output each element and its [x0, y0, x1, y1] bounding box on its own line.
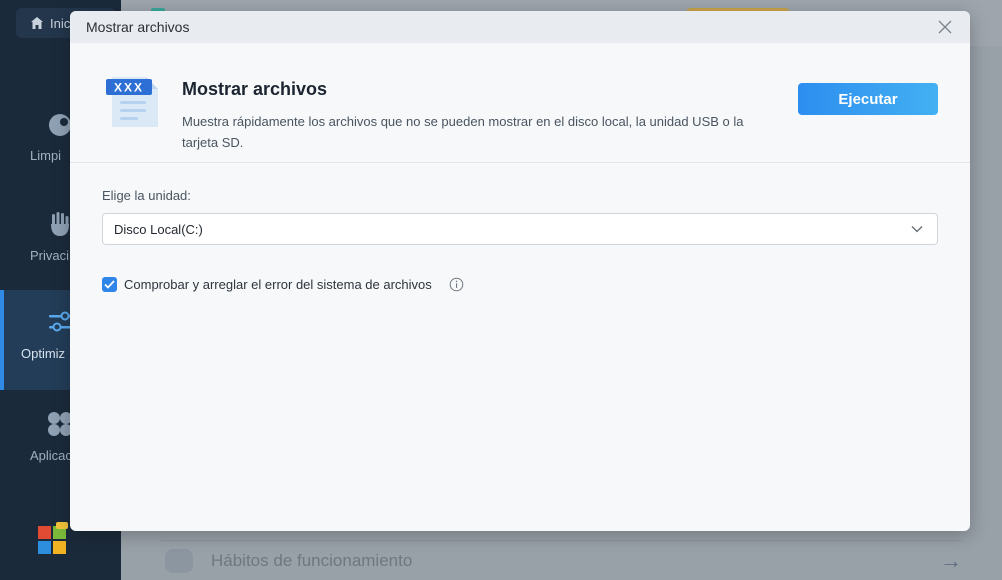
home-icon [31, 17, 43, 29]
run-button[interactable]: Ejecutar [798, 83, 938, 115]
sidebar-item-label: Optimiz [21, 346, 66, 361]
sidebar-item-label: Limpi [30, 148, 62, 163]
dialog-titlebar: Mostrar archivos [70, 11, 970, 43]
filesystem-check-label[interactable]: Comprobar y arreglar el error del sistem… [124, 277, 432, 292]
dialog-window-title: Mostrar archivos [86, 19, 190, 35]
dialog-header: XXX Mostrar archivos Muestra rápidamente… [70, 43, 970, 163]
drive-selected-value: Disco Local(C:) [114, 221, 203, 237]
chevron-down-icon [911, 226, 923, 233]
close-icon [938, 20, 952, 34]
filesystem-check-checkbox[interactable] [102, 277, 117, 292]
app-window: Inici Limpi Privaci Optimiz Aplicac Hábi… [0, 0, 1002, 580]
feature-description: Muestra rápidamente los archivos que no … [182, 114, 744, 150]
windows-logo-icon [38, 522, 68, 554]
habits-icon [165, 548, 193, 573]
filesystem-check-row: Comprobar y arreglar el error del sistem… [102, 277, 464, 292]
feature-title: Mostrar archivos [182, 79, 328, 99]
checkmark-icon [104, 280, 115, 289]
sidebar-item-label: Privaci [30, 248, 70, 263]
close-button[interactable] [932, 14, 958, 40]
background-list-row: Hábitos de funcionamiento → [161, 540, 962, 580]
drive-select[interactable]: Disco Local(C:) [102, 213, 938, 245]
sidebar-item-label: Aplicac [30, 448, 72, 463]
background-row-label: Hábitos de funcionamiento [211, 550, 413, 570]
show-files-dialog: Mostrar archivos XXX Mostrar archivos Mu… [70, 11, 970, 531]
info-icon[interactable] [449, 277, 464, 292]
show-files-feature-icon: XXX [106, 77, 158, 127]
feature-icon-text: XXX [114, 81, 144, 95]
drive-label: Elige la unidad: [102, 188, 191, 203]
arrow-right-icon: → [940, 547, 962, 573]
